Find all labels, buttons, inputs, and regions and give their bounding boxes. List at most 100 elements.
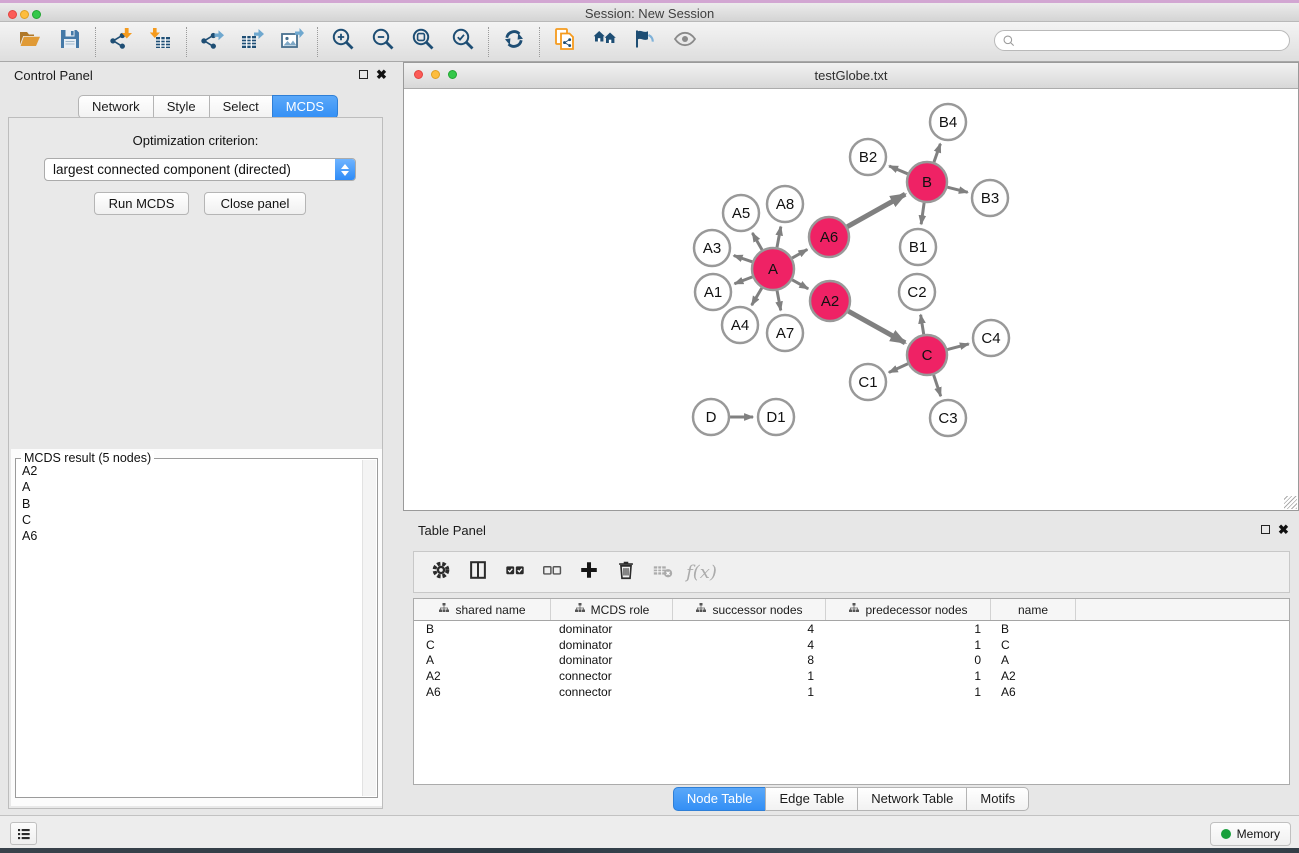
mcds-result-item[interactable]: C bbox=[17, 512, 362, 528]
graph-node-B[interactable]: B bbox=[907, 162, 947, 202]
graph-node-D1[interactable]: D1 bbox=[758, 399, 794, 435]
column-header-name[interactable]: name bbox=[991, 599, 1076, 620]
graph-node-A4[interactable]: A4 bbox=[722, 307, 758, 343]
graph-node-A[interactable]: A bbox=[752, 248, 794, 290]
columns-button[interactable] bbox=[459, 555, 496, 589]
tab-network[interactable]: Network bbox=[78, 95, 154, 119]
search-box[interactable] bbox=[994, 30, 1290, 51]
mcds-result-item[interactable]: B bbox=[17, 496, 362, 512]
select-all-button[interactable] bbox=[496, 555, 533, 589]
table-row[interactable]: Adominator80A bbox=[414, 652, 1289, 668]
graph-edge-C-C4[interactable] bbox=[947, 344, 968, 350]
zoom-fit-button[interactable] bbox=[403, 26, 443, 58]
graph-node-B4[interactable]: B4 bbox=[930, 104, 966, 140]
graph-node-A8[interactable]: A8 bbox=[767, 186, 803, 222]
column-header-MCDS-role[interactable]: MCDS role bbox=[551, 599, 673, 620]
graph-node-B1[interactable]: B1 bbox=[900, 229, 936, 265]
network-clipboard-button[interactable] bbox=[545, 26, 585, 58]
graph-node-A1[interactable]: A1 bbox=[695, 274, 731, 310]
graph-node-B3[interactable]: B3 bbox=[972, 180, 1008, 216]
add-button[interactable] bbox=[570, 555, 607, 589]
open-session-button[interactable] bbox=[10, 26, 50, 58]
table-row[interactable]: Bdominator41B bbox=[414, 621, 1289, 637]
graph-node-C2[interactable]: C2 bbox=[899, 274, 935, 310]
show-hide-details-button[interactable] bbox=[625, 26, 665, 58]
delete-column-button[interactable] bbox=[644, 555, 681, 589]
optimization-criterion-select[interactable]: largest connected component (directed) bbox=[44, 158, 356, 181]
import-network-button[interactable] bbox=[101, 26, 141, 58]
graph-node-A6[interactable]: A6 bbox=[809, 217, 849, 257]
gear-button[interactable] bbox=[422, 555, 459, 589]
mcds-result-item[interactable]: A2 bbox=[17, 463, 362, 479]
function-builder-button[interactable]: f(x) bbox=[681, 555, 718, 589]
tab-style[interactable]: Style bbox=[153, 95, 210, 119]
graph-edge-A-A3[interactable] bbox=[734, 255, 752, 261]
graph-node-C4[interactable]: C4 bbox=[973, 320, 1009, 356]
table-row[interactable]: Cdominator41C bbox=[414, 637, 1289, 653]
tab-motifs[interactable]: Motifs bbox=[966, 787, 1029, 811]
search-input[interactable] bbox=[1016, 32, 1289, 50]
column-header-successor-nodes[interactable]: successor nodes bbox=[673, 599, 826, 620]
tab-select[interactable]: Select bbox=[209, 95, 273, 119]
graph-edge-B-B1[interactable] bbox=[921, 203, 924, 224]
zoom-selected-button[interactable] bbox=[443, 26, 483, 58]
column-header-predecessor-nodes[interactable]: predecessor nodes bbox=[826, 599, 991, 620]
zoom-in-button[interactable] bbox=[323, 26, 363, 58]
graph-edge-B-B3[interactable] bbox=[947, 187, 967, 192]
deselect-all-button[interactable] bbox=[533, 555, 570, 589]
float-panel-icon[interactable] bbox=[359, 70, 368, 79]
graph-edge-A-A7[interactable] bbox=[777, 291, 781, 311]
export-table-button[interactable] bbox=[232, 26, 272, 58]
graph-node-B2[interactable]: B2 bbox=[850, 139, 886, 175]
run-mcds-button[interactable]: Run MCDS bbox=[94, 192, 189, 215]
table-close-panel-icon[interactable]: ✖ bbox=[1278, 522, 1289, 538]
window-resize-grip[interactable] bbox=[1284, 496, 1297, 509]
apply-layout-button[interactable] bbox=[494, 26, 534, 58]
save-session-button[interactable] bbox=[50, 26, 90, 58]
import-table-button[interactable] bbox=[141, 26, 181, 58]
graph-edge-B-B4[interactable] bbox=[934, 144, 940, 162]
network-window-titlebar[interactable]: testGlobe.txt bbox=[404, 63, 1298, 89]
graph-edge-C-C1[interactable] bbox=[889, 364, 908, 373]
home-button[interactable] bbox=[585, 26, 625, 58]
graph-node-C[interactable]: C bbox=[907, 335, 947, 375]
memory-button[interactable]: Memory bbox=[1210, 822, 1291, 846]
tab-node-table[interactable]: Node Table bbox=[673, 787, 767, 811]
close-panel-icon[interactable]: ✖ bbox=[376, 67, 387, 83]
graph-edge-C-C2[interactable] bbox=[921, 315, 924, 335]
table-float-panel-icon[interactable] bbox=[1261, 525, 1270, 534]
mcds-list-scrollbar[interactable] bbox=[362, 460, 376, 796]
graph-edge-A6-B[interactable] bbox=[847, 194, 905, 226]
graph-edge-B-B2[interactable] bbox=[889, 166, 907, 174]
graph-node-A7[interactable]: A7 bbox=[767, 315, 803, 351]
eye-button[interactable] bbox=[665, 26, 705, 58]
table-row[interactable]: A6connector11A6 bbox=[414, 684, 1289, 700]
mcds-result-item[interactable]: A6 bbox=[17, 528, 362, 544]
graph-edge-A-A1[interactable] bbox=[734, 277, 752, 284]
zoom-out-button[interactable] bbox=[363, 26, 403, 58]
graph-edge-A-A2[interactable] bbox=[792, 280, 808, 289]
graph-node-A3[interactable]: A3 bbox=[694, 230, 730, 266]
graph-node-A5[interactable]: A5 bbox=[723, 195, 759, 231]
task-history-button[interactable] bbox=[10, 822, 37, 845]
graph-edge-A-A6[interactable] bbox=[792, 249, 807, 258]
graph-node-A2[interactable]: A2 bbox=[810, 281, 850, 321]
tab-network-table[interactable]: Network Table bbox=[857, 787, 967, 811]
tab-mcds[interactable]: MCDS bbox=[272, 95, 338, 119]
graph-edge-A-A4[interactable] bbox=[752, 288, 762, 305]
tab-edge-table[interactable]: Edge Table bbox=[765, 787, 858, 811]
graph-node-D[interactable]: D bbox=[693, 399, 729, 435]
graph-edge-A2-C[interactable] bbox=[848, 311, 905, 343]
mcds-result-list[interactable]: A2ABCA6 bbox=[17, 463, 362, 796]
column-header-shared-name[interactable]: shared name bbox=[414, 599, 551, 620]
mcds-result-item[interactable]: A bbox=[17, 479, 362, 495]
graph-edge-A-A5[interactable] bbox=[752, 233, 762, 250]
network-canvas[interactable]: AA6A2BCA5A8A3A1A4A7B2B4B3B1C2C4C1C3DD1 bbox=[404, 89, 1298, 510]
graph-node-C3[interactable]: C3 bbox=[930, 400, 966, 436]
export-network-button[interactable] bbox=[192, 26, 232, 58]
table-row[interactable]: A2connector11A2 bbox=[414, 668, 1289, 684]
close-panel-button[interactable]: Close panel bbox=[204, 192, 306, 215]
graph-edge-A-A8[interactable] bbox=[777, 227, 781, 248]
delete-button[interactable] bbox=[607, 555, 644, 589]
graph-edge-C-C3[interactable] bbox=[934, 375, 941, 396]
